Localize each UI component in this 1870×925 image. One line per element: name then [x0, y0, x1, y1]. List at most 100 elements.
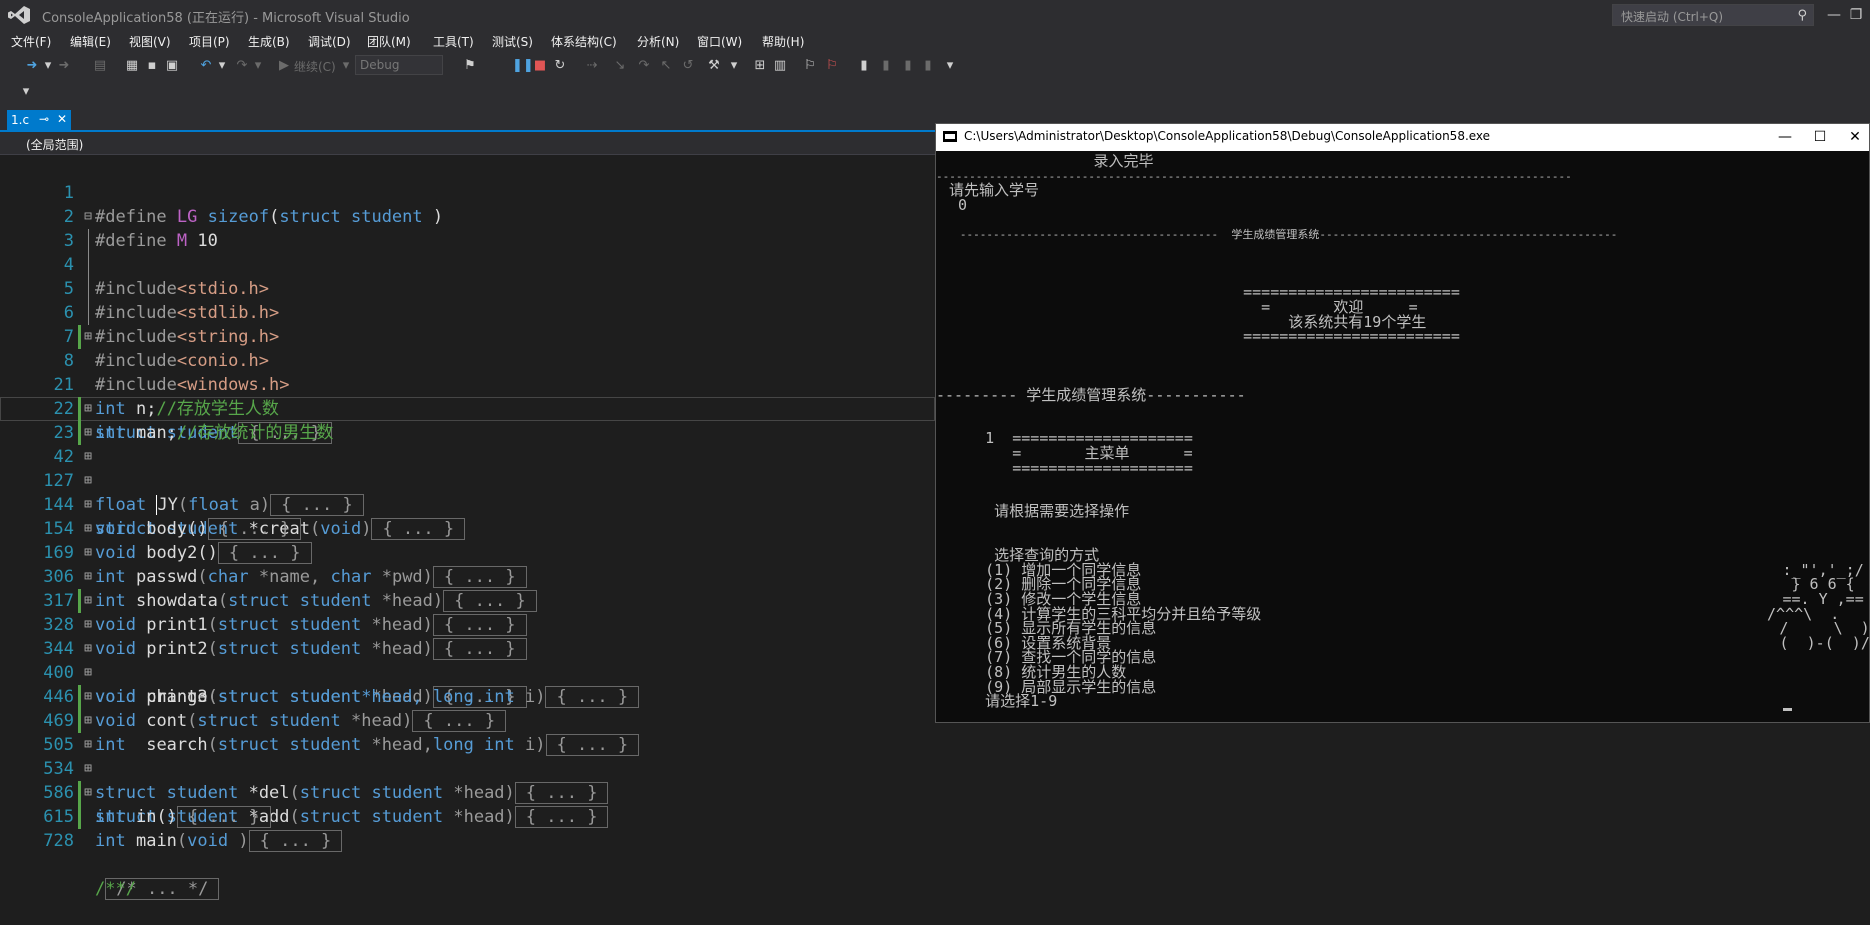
menu-build[interactable]: 生成(B): [248, 33, 290, 50]
close-window-button[interactable]: [1848, 2, 1870, 28]
undo-dropdown-icon[interactable]: ▾: [214, 58, 230, 74]
toggle-bookmark-icon[interactable]: ▮: [856, 58, 872, 74]
stop-icon[interactable]: ■: [532, 58, 548, 74]
expand-outline-icon[interactable]: ⊞: [82, 637, 94, 661]
close-tab-icon[interactable]: ✕: [57, 112, 67, 126]
expand-outline-icon[interactable]: ⊞: [82, 589, 94, 613]
hex-dropdown-icon[interactable]: ▾: [726, 58, 742, 74]
menu-architecture[interactable]: 体系结构(C): [551, 33, 617, 50]
menu-project[interactable]: 项目(P): [189, 33, 230, 50]
navigation-bar[interactable]: (全局范围): [0, 132, 935, 155]
console-maximize-button[interactable]: ☐: [1802, 126, 1838, 148]
console-close-button[interactable]: ✕: [1837, 126, 1870, 148]
clear-bookmark-icon[interactable]: ⚐: [824, 58, 840, 74]
toolbar-row-2: ▾: [0, 80, 1870, 108]
bookmark-icon[interactable]: ⚐: [802, 58, 818, 74]
menu-debug[interactable]: 调试(D): [308, 33, 351, 50]
toolbar-options-icon[interactable]: ▾: [18, 84, 34, 100]
code-line: 317 ⊞ void print2(struct student *head){…: [0, 565, 935, 660]
expand-outline-icon[interactable]: ⊞: [82, 757, 94, 781]
expand-outline-icon[interactable]: ⊞: [82, 565, 94, 589]
format-icon[interactable]: ▥: [772, 58, 788, 74]
expand-outline-icon[interactable]: ⊞: [82, 325, 94, 349]
expand-outline-icon[interactable]: ⊞: [82, 421, 94, 445]
toolbar-overflow-icon[interactable]: ▾: [942, 58, 958, 74]
redo-dropdown-icon[interactable]: ▾: [250, 58, 266, 74]
console-line: 请选择1-9: [940, 692, 1058, 711]
expand-outline-icon[interactable]: ⊞: [82, 517, 94, 541]
quick-launch-input[interactable]: 快速启动 (Ctrl+Q) ⚲: [1612, 4, 1814, 26]
console-output[interactable]: 录入完毕 -----------------------------------…: [936, 151, 1869, 722]
menu-edit[interactable]: 编辑(E): [70, 33, 111, 50]
tab-1-c[interactable]: 1.c ⊸ ✕: [7, 110, 71, 132]
configuration-value: Debug: [360, 58, 400, 72]
pause-icon[interactable]: ❚❚: [512, 58, 534, 74]
new-project-icon[interactable]: ▤: [92, 58, 108, 74]
expand-outline-icon[interactable]: ⊞: [82, 469, 94, 493]
expand-outline-icon[interactable]: ⊞: [82, 685, 94, 709]
expand-outline-icon[interactable]: ⊞: [82, 613, 94, 637]
back-icon[interactable]: ➜: [24, 58, 40, 74]
code-editor[interactable]: 1 #define LG sizeof(struct student ) 2 #…: [0, 155, 935, 921]
expand-outline-icon[interactable]: ⊞: [82, 781, 94, 805]
expand-outline-icon[interactable]: ⊞: [82, 541, 94, 565]
menu-view[interactable]: 视图(V): [129, 33, 171, 50]
menu-tools[interactable]: 工具(T): [433, 33, 474, 50]
menu-help[interactable]: 帮助(H): [762, 33, 804, 50]
continue-dropdown-icon[interactable]: ▾: [338, 58, 354, 74]
menu-window[interactable]: 窗口(W): [697, 33, 742, 50]
console-title-bar[interactable]: C:\Users\Administrator\Desktop\ConsoleAp…: [936, 124, 1869, 151]
console-minimize-button[interactable]: —: [1767, 126, 1803, 148]
hex-display-icon[interactable]: ⚒: [706, 58, 722, 74]
code-line: 6 #include<conio.h>: [0, 277, 935, 371]
solution-configuration-select[interactable]: Debug: [355, 55, 443, 75]
next-bookmark-icon[interactable]: ▮: [900, 58, 916, 74]
menu-test[interactable]: 测试(S): [492, 33, 533, 50]
show-next-statement-icon[interactable]: ⇢: [584, 58, 600, 74]
clear-bookmarks-icon[interactable]: ▮: [920, 58, 936, 74]
menu-analyze[interactable]: 分析(N): [637, 33, 679, 50]
save-all-icon[interactable]: ▣: [164, 58, 180, 74]
open-file-icon[interactable]: ▦: [124, 58, 140, 74]
undo-icon[interactable]: ↶: [198, 58, 214, 74]
restart-icon[interactable]: ↻: [552, 58, 568, 74]
expand-outline-icon[interactable]: ⊞: [82, 709, 94, 733]
pin-icon[interactable]: ⊸: [39, 112, 49, 126]
continue-button[interactable]: 继续(C): [294, 58, 336, 75]
code-line: 306 ⊞ void print1(struct student *head){…: [0, 541, 935, 636]
dropdown-arrow-icon[interactable]: ▾: [40, 58, 56, 74]
find-in-files-icon[interactable]: ⊞: [752, 58, 768, 74]
standard-toolbar: ➜ ▾ ➜ ▤ ▦ ▪ ▣ ↶ ▾ ↷ ▾ ▶ 继续(C) ▾ ⚑ ❚❚ ■ ↻…: [0, 52, 1870, 80]
code-line: 8 ⊞ struct student{ ... }: [0, 325, 935, 444]
expand-outline-icon[interactable]: ⊞: [82, 493, 94, 517]
code-line: 1 #define LG sizeof(struct student ): [0, 157, 935, 227]
code-line: 127 ⊞ void body(){ ... }: [0, 445, 935, 540]
expand-outline-icon[interactable]: ⊞: [82, 733, 94, 757]
expand-outline-icon[interactable]: ⊞: [82, 445, 94, 469]
scope-dropdown[interactable]: (全局范围): [26, 136, 83, 153]
menu-file[interactable]: 文件(F): [11, 33, 51, 50]
code-line: 615 ⊞ /* ... */: [0, 781, 935, 900]
collapse-outline-icon[interactable]: ⊟: [82, 205, 94, 229]
prev-bookmark-icon[interactable]: ▮: [878, 58, 894, 74]
tab-label: 1.c: [11, 113, 30, 127]
console-line: ========================: [936, 327, 1460, 346]
forward-icon[interactable]: ➜: [56, 58, 72, 74]
console-window[interactable]: C:\Users\Administrator\Desktop\ConsoleAp…: [935, 123, 1870, 723]
expand-outline-icon[interactable]: ⊞: [82, 661, 94, 685]
menu-team[interactable]: 团队(M): [367, 33, 411, 50]
continue-play-icon[interactable]: ▶: [276, 58, 292, 74]
code-line: 400 ⊞ void cont(struct student *head){ .…: [0, 637, 935, 732]
attach-process-icon[interactable]: ⚑: [462, 58, 478, 74]
expand-outline-icon[interactable]: ⊞: [82, 397, 94, 421]
step-over-icon[interactable]: ↷: [636, 58, 652, 74]
redo-icon[interactable]: ↷: [234, 58, 250, 74]
step-out-icon[interactable]: ↖: [658, 58, 674, 74]
save-icon[interactable]: ▪: [144, 58, 160, 74]
code-line: 534 ⊞ int in(){ ... }: [0, 733, 935, 828]
search-icon: ⚲: [1797, 8, 1807, 23]
code-line: 169 ⊞ int showdata(struct student *head)…: [0, 517, 935, 612]
step-back-icon[interactable]: ↺: [680, 58, 696, 74]
step-into-icon[interactable]: ↘: [612, 58, 628, 74]
collapsed-block[interactable]: { ... }: [248, 830, 343, 852]
